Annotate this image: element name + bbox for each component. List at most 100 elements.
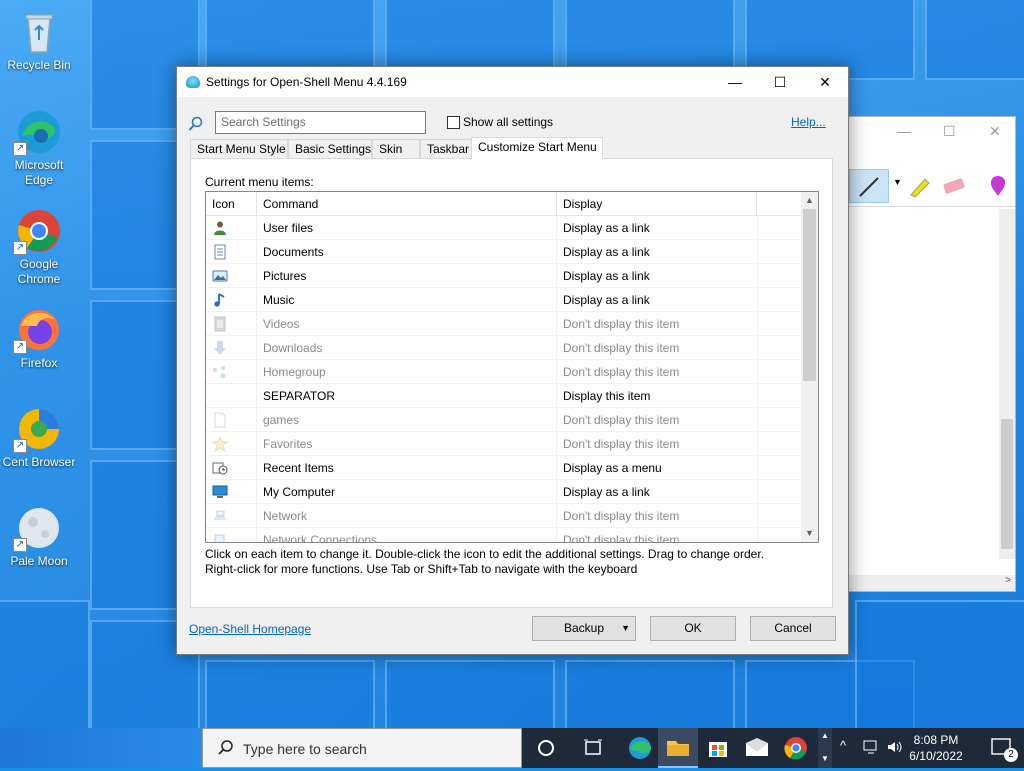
- paint-horizontal-scrollbar[interactable]: >: [849, 575, 1015, 591]
- download-icon[interactable]: [212, 340, 228, 356]
- menu-item-display[interactable]: Don't display this item: [563, 437, 679, 451]
- menu-item-row[interactable]: games Don't display this item: [206, 408, 802, 432]
- menu-item-row[interactable]: Downloads Don't display this item: [206, 336, 802, 360]
- menu-item-command[interactable]: Videos: [263, 317, 299, 331]
- desktop-icon-recycle-bin[interactable]: Recycle Bin: [0, 8, 78, 73]
- menu-item-display[interactable]: Display as a menu: [563, 461, 662, 475]
- menu-item-row[interactable]: User files Display as a link: [206, 216, 802, 240]
- menu-item-display[interactable]: Don't display this item: [563, 365, 679, 379]
- scroll-thumb[interactable]: [803, 209, 816, 381]
- maximize-button[interactable]: ☐: [757, 67, 803, 97]
- maximize-icon[interactable]: ☐: [943, 123, 956, 140]
- cancel-button[interactable]: Cancel: [750, 616, 836, 641]
- menu-item-display[interactable]: Don't display this item: [563, 317, 679, 331]
- notification-center-button[interactable]: 2: [980, 728, 1024, 768]
- color-palette-icon[interactable]: [985, 173, 1011, 202]
- menu-item-row[interactable]: Pictures Display as a link: [206, 264, 802, 288]
- taskbar-edge-button[interactable]: [620, 728, 660, 768]
- show-hidden-icons-icon[interactable]: ^: [840, 738, 846, 758]
- search-settings-input[interactable]: Search Settings: [215, 111, 426, 134]
- taskbar-mail-button[interactable]: [737, 728, 777, 768]
- menu-item-row[interactable]: Music Display as a link: [206, 288, 802, 312]
- desktop-icon-microsoft-edge[interactable]: ↗ Microsoft Edge: [0, 108, 78, 188]
- scroll-up-arrow-icon[interactable]: ▲: [801, 192, 818, 209]
- empty-icon-cell[interactable]: [212, 388, 228, 404]
- menu-item-command[interactable]: games: [263, 413, 299, 427]
- menu-item-row[interactable]: Recent Items Display as a menu: [206, 456, 802, 480]
- menu-item-row[interactable]: Network Don't display this item: [206, 504, 802, 528]
- menu-item-row[interactable]: My Computer Display as a link: [206, 480, 802, 504]
- paint-canvas[interactable]: [849, 209, 1015, 591]
- menu-item-display[interactable]: Display as a link: [563, 485, 650, 499]
- minimize-icon[interactable]: —: [897, 123, 911, 139]
- menu-item-command[interactable]: Documents: [263, 245, 324, 259]
- network-connections-icon[interactable]: [212, 532, 228, 542]
- list-vertical-scrollbar[interactable]: ▲ ▼: [801, 192, 818, 542]
- paint-titlebar[interactable]: — ☐ ✕: [849, 117, 1015, 145]
- desktop-icon-cent-browser[interactable]: ↗ Cent Browser: [0, 405, 78, 470]
- menu-item-command[interactable]: Pictures: [263, 269, 306, 283]
- taskbar-clock[interactable]: 8:08 PM 6/10/2022: [904, 732, 968, 764]
- recent-items-icon[interactable]: [212, 460, 228, 476]
- chevron-down-icon[interactable]: ▼: [621, 617, 630, 640]
- menu-item-display[interactable]: Display as a link: [563, 221, 650, 235]
- task-view-button[interactable]: [573, 728, 613, 768]
- settings-dialog[interactable]: Settings for Open-Shell Menu 4.4.169 — ☐…: [176, 66, 849, 655]
- paint-vertical-scrollbar[interactable]: [999, 209, 1015, 559]
- menu-item-display[interactable]: Don't display this item: [563, 509, 679, 523]
- blank-page-icon[interactable]: [212, 412, 228, 428]
- menu-item-command[interactable]: User files: [263, 221, 313, 235]
- taskbar-store-button[interactable]: [698, 728, 738, 768]
- chevron-right-icon[interactable]: >: [1005, 575, 1011, 586]
- computer-icon[interactable]: [212, 484, 228, 500]
- menu-item-command[interactable]: Homegroup: [263, 365, 326, 379]
- column-header-display[interactable]: Display: [557, 192, 757, 216]
- show-all-settings-checkbox[interactable]: [447, 116, 460, 129]
- pen-tool-icon[interactable]: [849, 169, 889, 203]
- column-header-command[interactable]: Command: [257, 192, 557, 216]
- help-link[interactable]: Help...: [791, 115, 826, 129]
- ok-button[interactable]: OK: [650, 616, 736, 641]
- taskbar-search-box[interactable]: Type here to search: [202, 728, 522, 768]
- menu-item-row[interactable]: Homegroup Don't display this item: [206, 360, 802, 384]
- desktop-icon-pale-moon[interactable]: ↗ Pale Moon: [0, 504, 78, 569]
- menu-item-row[interactable]: Favorites Don't display this item: [206, 432, 802, 456]
- taskbar-scroll[interactable]: ▲ ▼: [818, 728, 832, 768]
- volume-icon[interactable]: [886, 738, 904, 758]
- open-shell-homepage-link[interactable]: Open-Shell Homepage: [189, 622, 311, 636]
- column-header-icon[interactable]: Icon: [206, 192, 257, 216]
- close-button[interactable]: ✕: [802, 67, 848, 97]
- network-icon[interactable]: [862, 738, 880, 758]
- menu-item-command[interactable]: Downloads: [263, 341, 322, 355]
- homegroup-icon[interactable]: [212, 364, 228, 380]
- menu-item-display[interactable]: Don't display this item: [563, 341, 679, 355]
- show-all-settings-label[interactable]: Show all settings: [463, 115, 553, 129]
- eraser-icon[interactable]: [941, 173, 967, 202]
- menu-item-row[interactable]: Documents Display as a link: [206, 240, 802, 264]
- taskbar-chrome-button[interactable]: [776, 728, 816, 768]
- menu-item-command[interactable]: Favorites: [263, 437, 312, 451]
- menu-item-command[interactable]: Network: [263, 509, 307, 523]
- menu-item-display[interactable]: Display as a link: [563, 245, 650, 259]
- star-icon[interactable]: [211, 435, 229, 453]
- close-icon[interactable]: ✕: [989, 123, 1001, 140]
- desktop-icon-firefox[interactable]: ↗ Firefox: [0, 306, 78, 371]
- tab-start-menu-style[interactable]: Start Menu Style: [190, 139, 288, 159]
- scroll-down-arrow-icon[interactable]: ▼: [801, 525, 818, 542]
- tab-taskbar[interactable]: Taskbar: [420, 139, 472, 159]
- menu-item-display[interactable]: Display as a link: [563, 269, 650, 283]
- menu-item-row[interactable]: SEPARATOR Display this item: [206, 384, 802, 408]
- menu-item-display[interactable]: Don't display this item: [563, 413, 679, 427]
- cortana-button[interactable]: [526, 728, 566, 768]
- menu-item-command[interactable]: My Computer: [263, 485, 335, 499]
- menu-item-row[interactable]: Network Connections Don't display this it…: [206, 528, 802, 542]
- tab-customize-start-menu[interactable]: Customize Start Menu: [471, 137, 603, 159]
- menu-items-list[interactable]: Icon Command Display User files Display a…: [205, 191, 819, 543]
- menu-item-row[interactable]: Videos Don't display this item: [206, 312, 802, 336]
- highlighter-icon[interactable]: [907, 173, 933, 202]
- menu-item-display[interactable]: Display this item: [563, 389, 650, 403]
- desktop-icon-google-chrome[interactable]: ↗ Google Chrome: [0, 207, 78, 287]
- backup-button[interactable]: Backup ▼: [532, 616, 636, 641]
- menu-item-command[interactable]: Recent Items: [263, 461, 334, 475]
- network-icon[interactable]: [212, 508, 228, 524]
